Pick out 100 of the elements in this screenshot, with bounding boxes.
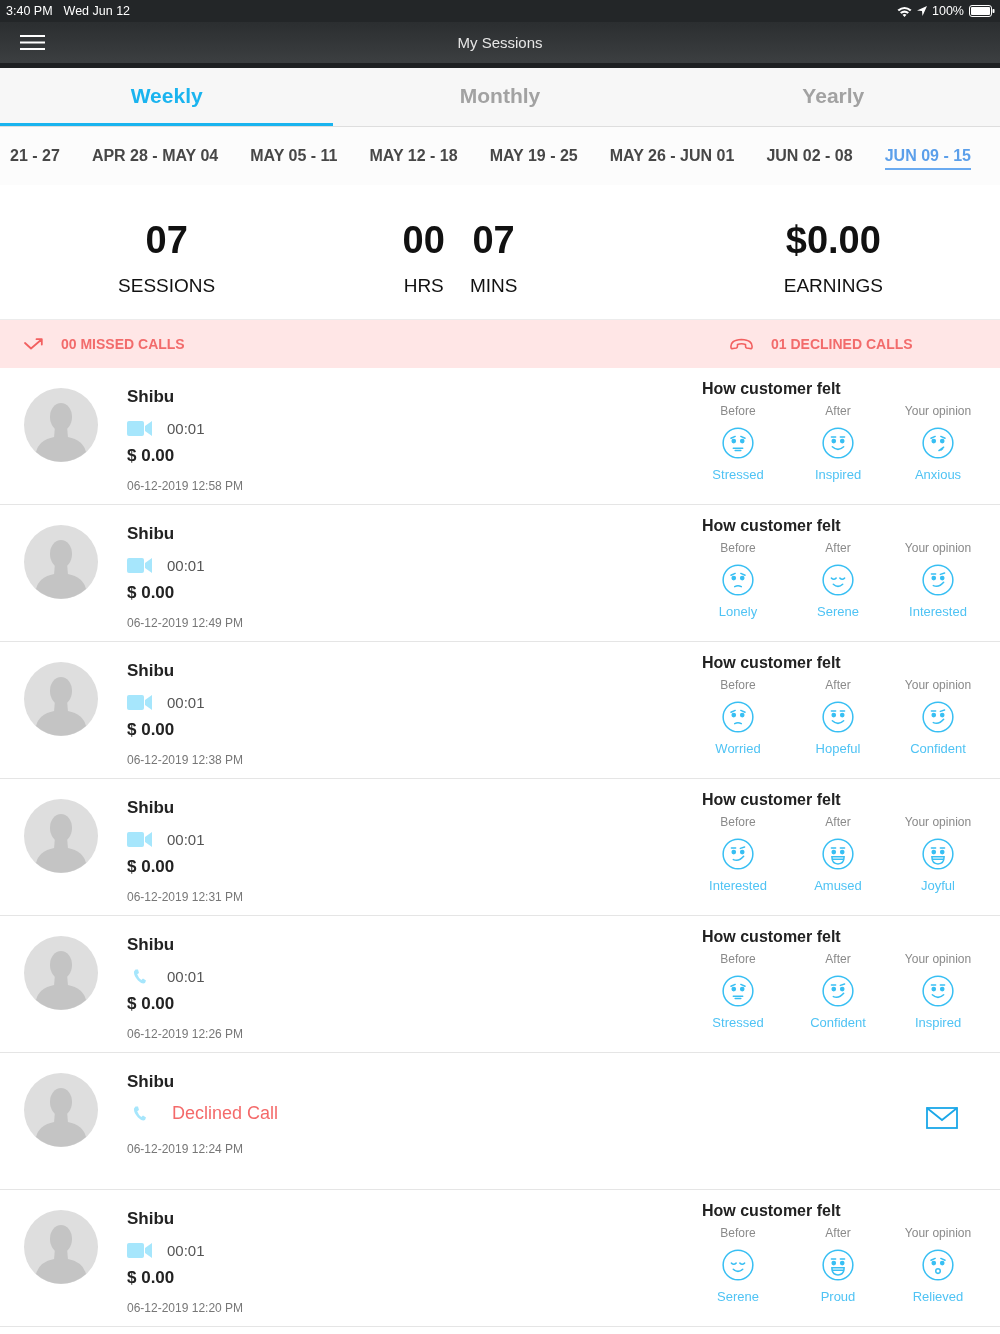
client-name: Shibu: [127, 661, 175, 681]
calm-face-icon: [822, 564, 854, 596]
screen-title: My Sessions: [457, 34, 543, 51]
calm-face-icon: [722, 1249, 754, 1281]
client-name: Shibu: [127, 387, 175, 407]
client-name: Shibu: [127, 935, 175, 955]
week-range[interactable]: APR 28 - MAY 04: [91, 142, 219, 170]
avatar-icon: [24, 388, 98, 462]
call-duration: 00:01: [167, 556, 205, 574]
week-range[interactable]: 21 - 27: [10, 142, 60, 170]
call-duration: 00:01: [167, 419, 205, 437]
client-name: Shibu: [127, 798, 175, 818]
uneasy-face-icon: [922, 427, 954, 459]
smiling-face-icon: [822, 701, 854, 733]
mood-label: Hopeful: [815, 741, 861, 757]
hang-up-phone-icon: [730, 338, 753, 350]
mood-label: Interested: [909, 604, 967, 620]
call-duration: 00:01: [167, 967, 205, 985]
grinning-face-icon: [822, 838, 854, 870]
session-amount: $ 0.00: [127, 857, 175, 877]
rating-heading: After: [825, 814, 851, 830]
grinning-face-icon: [922, 838, 954, 870]
missed-calls-count: 00 MISSED CALLS: [61, 336, 185, 352]
rating-heading: After: [825, 1225, 851, 1241]
mood-label: Serene: [717, 1289, 759, 1305]
avatar-icon: [24, 936, 98, 1010]
rating-heading: Your opinion: [904, 403, 972, 419]
rating-heading: Before: [720, 951, 756, 967]
client-name: Shibu: [127, 1072, 175, 1092]
smirking-face-icon: [922, 701, 954, 733]
wifi-icon: [897, 5, 912, 17]
rating-heading: Before: [720, 540, 756, 556]
rating-heading: Before: [720, 403, 756, 419]
video-camera-icon: [127, 420, 152, 436]
menu-icon[interactable]: [20, 35, 45, 50]
mood-label: Stressed: [712, 1015, 764, 1031]
week-range[interactable]: JUN 02 - 08: [766, 142, 853, 170]
minutes-value: 07: [472, 218, 515, 262]
rating-heading: Your opinion: [904, 814, 972, 830]
sessions-label: SESSIONS: [118, 274, 216, 298]
client-name: Shibu: [127, 524, 175, 544]
status-date: Wed Jun 12: [63, 4, 131, 18]
week-range[interactable]: MAY 12 - 18: [369, 142, 458, 170]
avatar-icon: [24, 1073, 98, 1147]
mood-label: Proud: [820, 1289, 856, 1305]
declined-calls-count: 01 DECLINED CALLS: [771, 336, 913, 352]
surprised-face-icon: [922, 1249, 954, 1281]
smirking-face-icon: [722, 838, 754, 870]
phone-icon: [133, 968, 146, 984]
session-date: 06-12-2019 12:26 PM: [127, 1026, 244, 1042]
rating-heading: After: [825, 677, 851, 693]
mood-label: Relieved: [912, 1289, 964, 1305]
rating-heading: Your opinion: [904, 540, 972, 556]
feedback-title: How customer felt: [702, 653, 841, 673]
session-amount: $ 0.00: [127, 994, 175, 1014]
sessions-count: 07: [145, 218, 188, 262]
mood-label: Stressed: [712, 467, 764, 483]
session-amount: $ 0.00: [127, 446, 175, 466]
smirking-face-icon: [922, 564, 954, 596]
mood-label: Inspired: [814, 467, 862, 483]
battery-icon: [969, 5, 995, 17]
location-arrow-icon: [917, 6, 927, 16]
rating-heading: After: [825, 540, 851, 556]
call-duration: 00:01: [167, 830, 205, 848]
status-time: 3:40 PM: [6, 4, 53, 18]
session-date: 06-12-2019 12:38 PM: [127, 752, 244, 768]
video-camera-icon: [127, 1242, 152, 1258]
session-date: 06-12-2019 12:49 PM: [127, 615, 244, 631]
mood-label: Joyful: [921, 878, 955, 894]
envelope-icon[interactable]: [926, 1107, 958, 1129]
smirking-face-icon: [822, 975, 854, 1007]
mood-label: Serene: [817, 604, 859, 620]
rating-heading: Before: [720, 677, 756, 693]
mood-label: Lonely: [718, 604, 758, 620]
rating-heading: Your opinion: [904, 951, 972, 967]
hours-label: HRS: [403, 274, 444, 298]
mood-label: Confident: [910, 741, 966, 757]
week-range[interactable]: MAY 19 - 25: [489, 142, 578, 170]
rating-heading: Your opinion: [904, 1225, 972, 1241]
call-status: Declined Call: [172, 1102, 279, 1124]
smiling-face-icon: [922, 975, 954, 1007]
session-amount: $ 0.00: [127, 1268, 175, 1288]
avatar-icon: [24, 1210, 98, 1284]
rating-heading: After: [825, 951, 851, 967]
avatar-icon: [24, 662, 98, 736]
session-date: 06-12-2019 12:20 PM: [127, 1300, 244, 1316]
mood-label: Anxious: [914, 467, 962, 483]
mood-label: Inspired: [914, 1015, 962, 1031]
feedback-title: How customer felt: [702, 516, 841, 536]
client-name: Shibu: [127, 1209, 175, 1229]
smiling-face-icon: [822, 427, 854, 459]
mood-label: Worried: [715, 741, 761, 757]
week-range[interactable]: MAY 26 - JUN 01: [609, 142, 735, 170]
rating-heading: Before: [720, 1225, 756, 1241]
call-duration: 00:01: [167, 1241, 205, 1259]
session-date: 06-12-2019 12:58 PM: [127, 478, 244, 494]
earnings-value: $0.00: [785, 218, 881, 262]
week-range[interactable]: MAY 05 - 11: [250, 142, 338, 170]
session-amount: $ 0.00: [127, 720, 175, 740]
video-camera-icon: [127, 557, 152, 573]
